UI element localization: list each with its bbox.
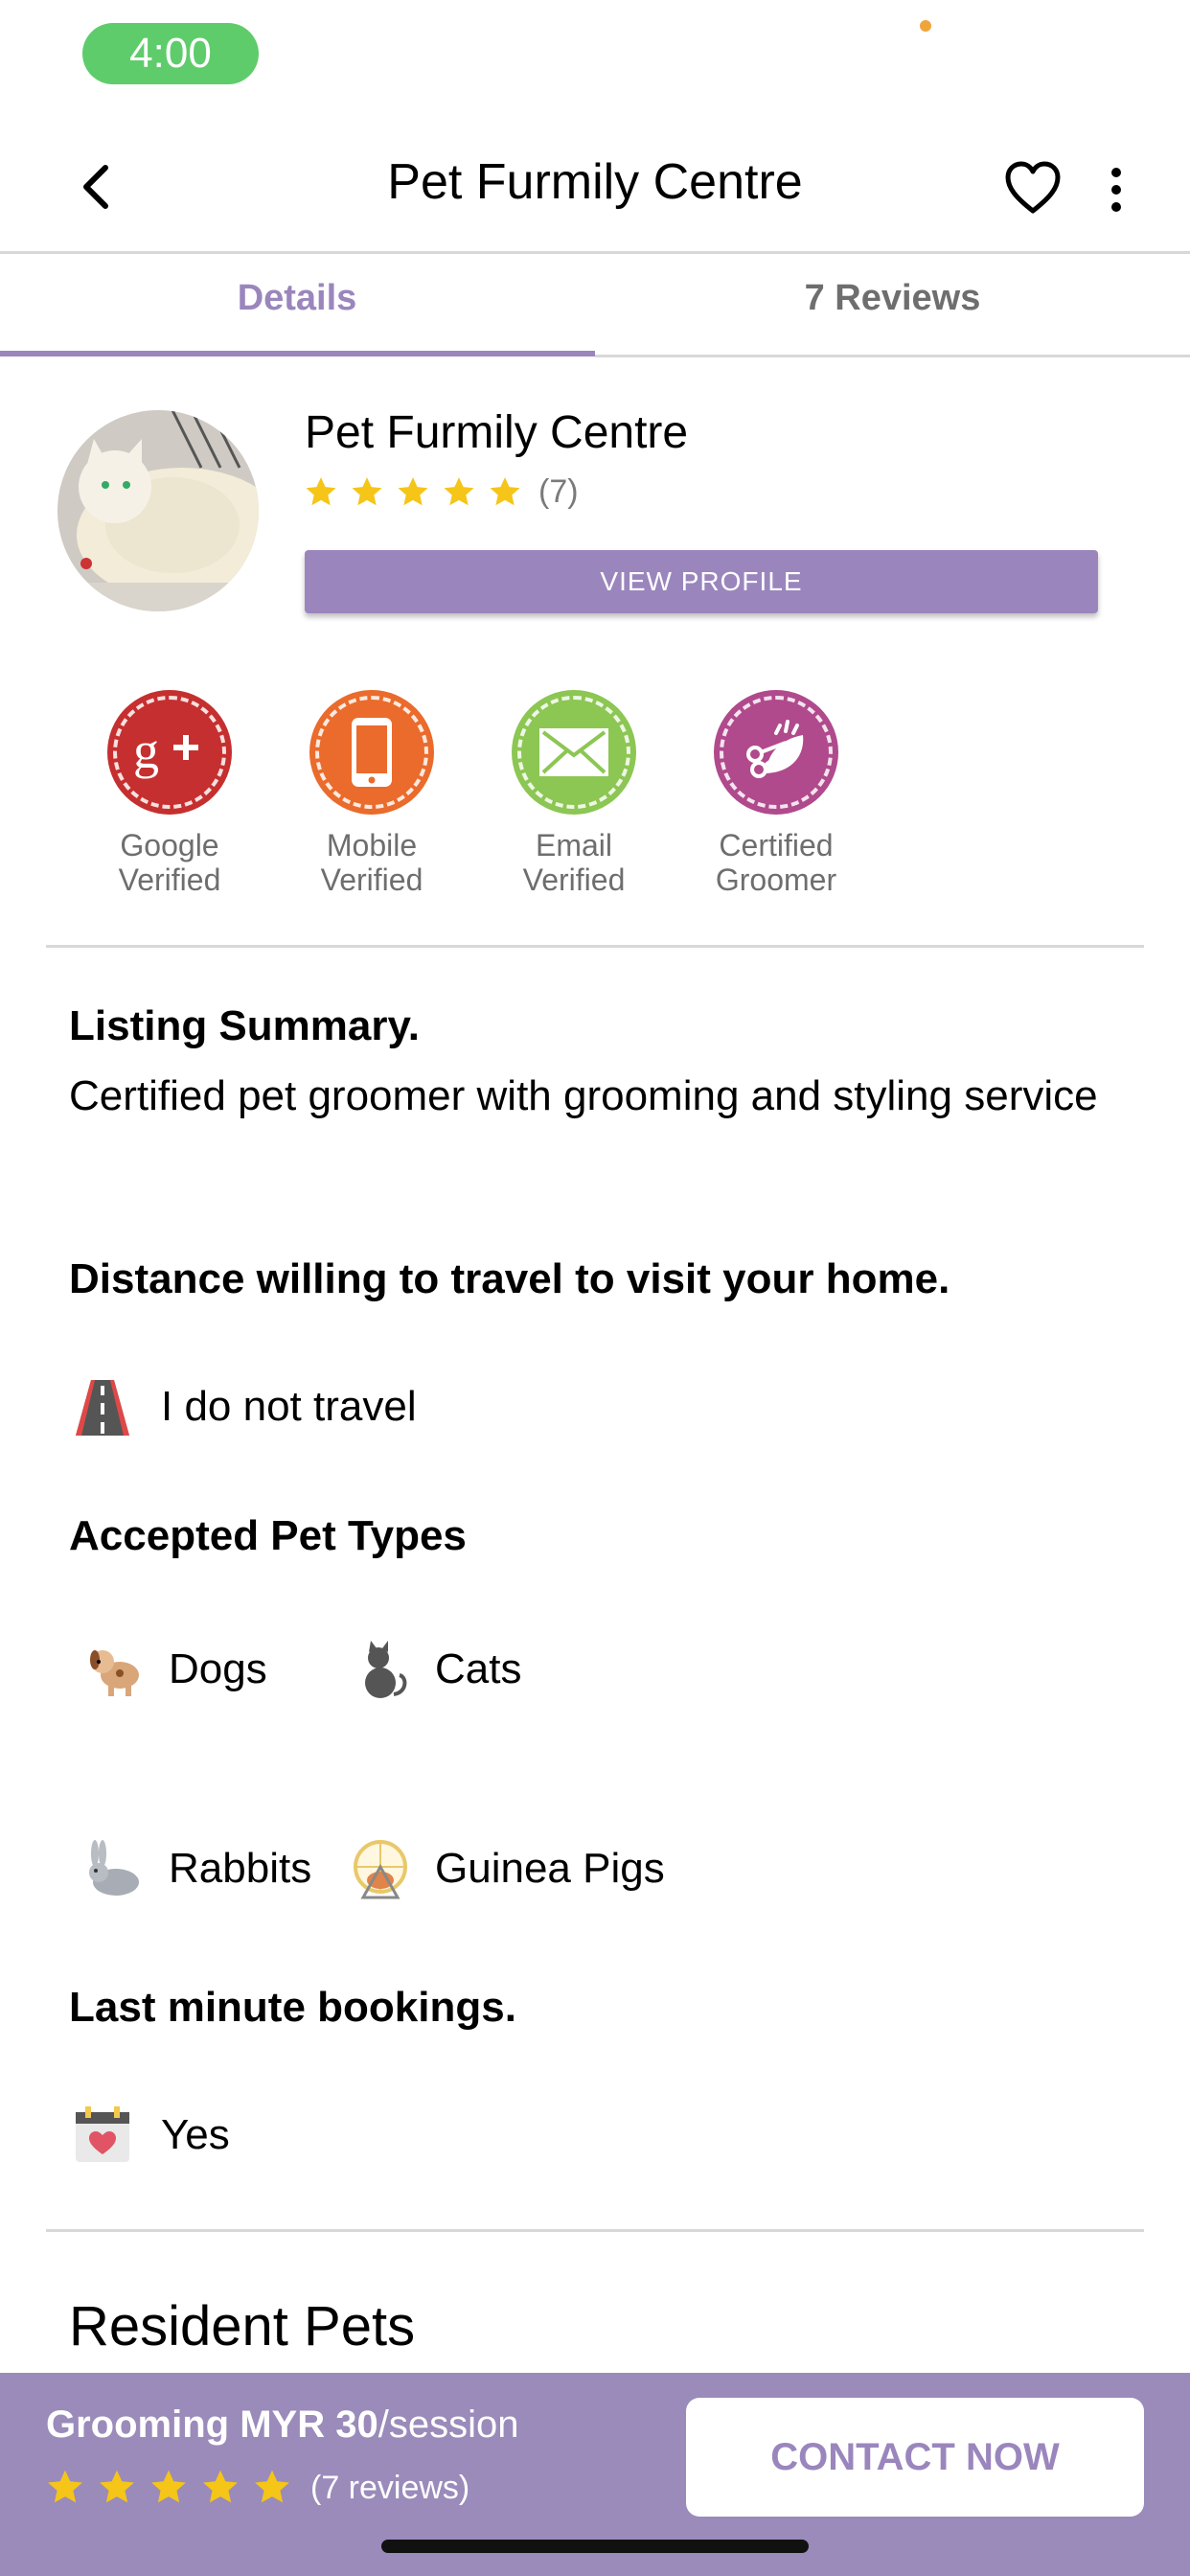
scissors-icon xyxy=(714,690,838,815)
bottom-rating: (7 reviews) xyxy=(44,2467,469,2509)
star-icon xyxy=(303,474,339,511)
price-unit: /session xyxy=(378,2404,519,2446)
pet-type-label: Dogs xyxy=(169,1645,267,1692)
hamster-wheel-icon xyxy=(347,1835,414,1902)
status-time: 4:00 xyxy=(82,23,259,84)
pet-types-heading: Accepted Pet Types xyxy=(69,1512,467,1559)
pet-type-label: Guinea Pigs xyxy=(435,1845,665,1892)
calendar-heart-icon xyxy=(69,2102,136,2169)
badge-label-line2: Verified xyxy=(522,862,626,897)
star-icon xyxy=(487,474,523,511)
badge-label-line2: Verified xyxy=(320,862,423,897)
google-plus-icon: g xyxy=(107,690,232,815)
star-icon xyxy=(199,2467,241,2509)
pet-type-guinea-pigs: Guinea Pigs xyxy=(347,1834,665,1903)
pet-type-label: Rabbits xyxy=(169,1845,312,1892)
pet-type-label: Cats xyxy=(435,1645,522,1692)
star-icon xyxy=(395,474,431,511)
distance-row: I do not travel xyxy=(69,1372,417,1441)
star-icon xyxy=(441,474,477,511)
home-indicator[interactable] xyxy=(381,2540,809,2553)
profile-rating: (7) xyxy=(303,473,579,511)
badge-google-verified: g Google Verified xyxy=(83,690,256,897)
badge-certified-groomer: Certified Groomer xyxy=(690,690,862,897)
badge-label-line1: Mobile xyxy=(326,828,418,862)
badge-label-line1: Email xyxy=(535,828,612,862)
tab-reviews[interactable]: 7 Reviews xyxy=(595,278,1190,335)
distance-value: I do not travel xyxy=(161,1383,417,1430)
pet-type-cats: Cats xyxy=(347,1635,521,1704)
price-label: Grooming MYR 30/session xyxy=(46,2404,518,2447)
listing-summary-heading: Listing Summary. xyxy=(69,1002,420,1049)
last-minute-row: Yes xyxy=(69,2101,230,2170)
star-icon xyxy=(44,2467,86,2509)
envelope-icon xyxy=(512,690,636,815)
view-profile-button[interactable]: VIEW PROFILE xyxy=(305,550,1098,613)
favorite-heart-icon[interactable] xyxy=(1004,161,1062,215)
avatar[interactable] xyxy=(57,410,259,611)
svg-text:g: g xyxy=(133,724,159,779)
last-minute-heading: Last minute bookings. xyxy=(69,1984,516,2031)
section-divider xyxy=(46,945,1144,948)
tabs-divider xyxy=(595,355,1190,357)
star-icon xyxy=(96,2467,138,2509)
badge-email-verified: Email Verified xyxy=(488,690,660,897)
dog-icon xyxy=(80,1636,148,1703)
profile-name: Pet Furmily Centre xyxy=(305,407,689,458)
last-minute-value: Yes xyxy=(161,2111,230,2158)
pet-type-dogs: Dogs xyxy=(80,1635,267,1704)
status-indicator-dot xyxy=(920,20,931,32)
more-options-icon[interactable] xyxy=(1102,163,1131,217)
contact-now-button[interactable]: CONTACT NOW xyxy=(686,2398,1144,2517)
star-icon xyxy=(148,2467,190,2509)
section-divider xyxy=(46,2229,1144,2232)
badge-label-line1: Certified xyxy=(719,828,834,862)
road-icon xyxy=(69,1373,136,1440)
badge-label-line1: Google xyxy=(120,828,219,862)
app-bar-divider xyxy=(0,251,1190,254)
pet-type-rabbits: Rabbits xyxy=(80,1834,311,1903)
resident-pets-heading: Resident Pets xyxy=(69,2295,416,2358)
star-icon xyxy=(349,474,385,511)
badge-mobile-verified: Mobile Verified xyxy=(286,690,458,897)
badge-label-line2: Groomer xyxy=(715,862,837,897)
star-icon xyxy=(251,2467,293,2509)
cat-icon xyxy=(347,1636,414,1703)
rabbit-icon xyxy=(80,1835,148,1902)
mobile-phone-icon xyxy=(309,690,434,815)
tab-details[interactable]: Details xyxy=(0,278,594,335)
active-tab-indicator xyxy=(0,351,595,356)
price-service: Grooming MYR 30 xyxy=(46,2404,378,2446)
listing-summary-text: Certified pet groomer with grooming and … xyxy=(69,1072,1098,1119)
rating-count: (7) xyxy=(538,473,579,510)
distance-heading: Distance willing to travel to visit your… xyxy=(69,1255,950,1302)
bottom-reviews-count: (7 reviews) xyxy=(310,2469,470,2506)
badge-label-line2: Verified xyxy=(118,862,221,897)
